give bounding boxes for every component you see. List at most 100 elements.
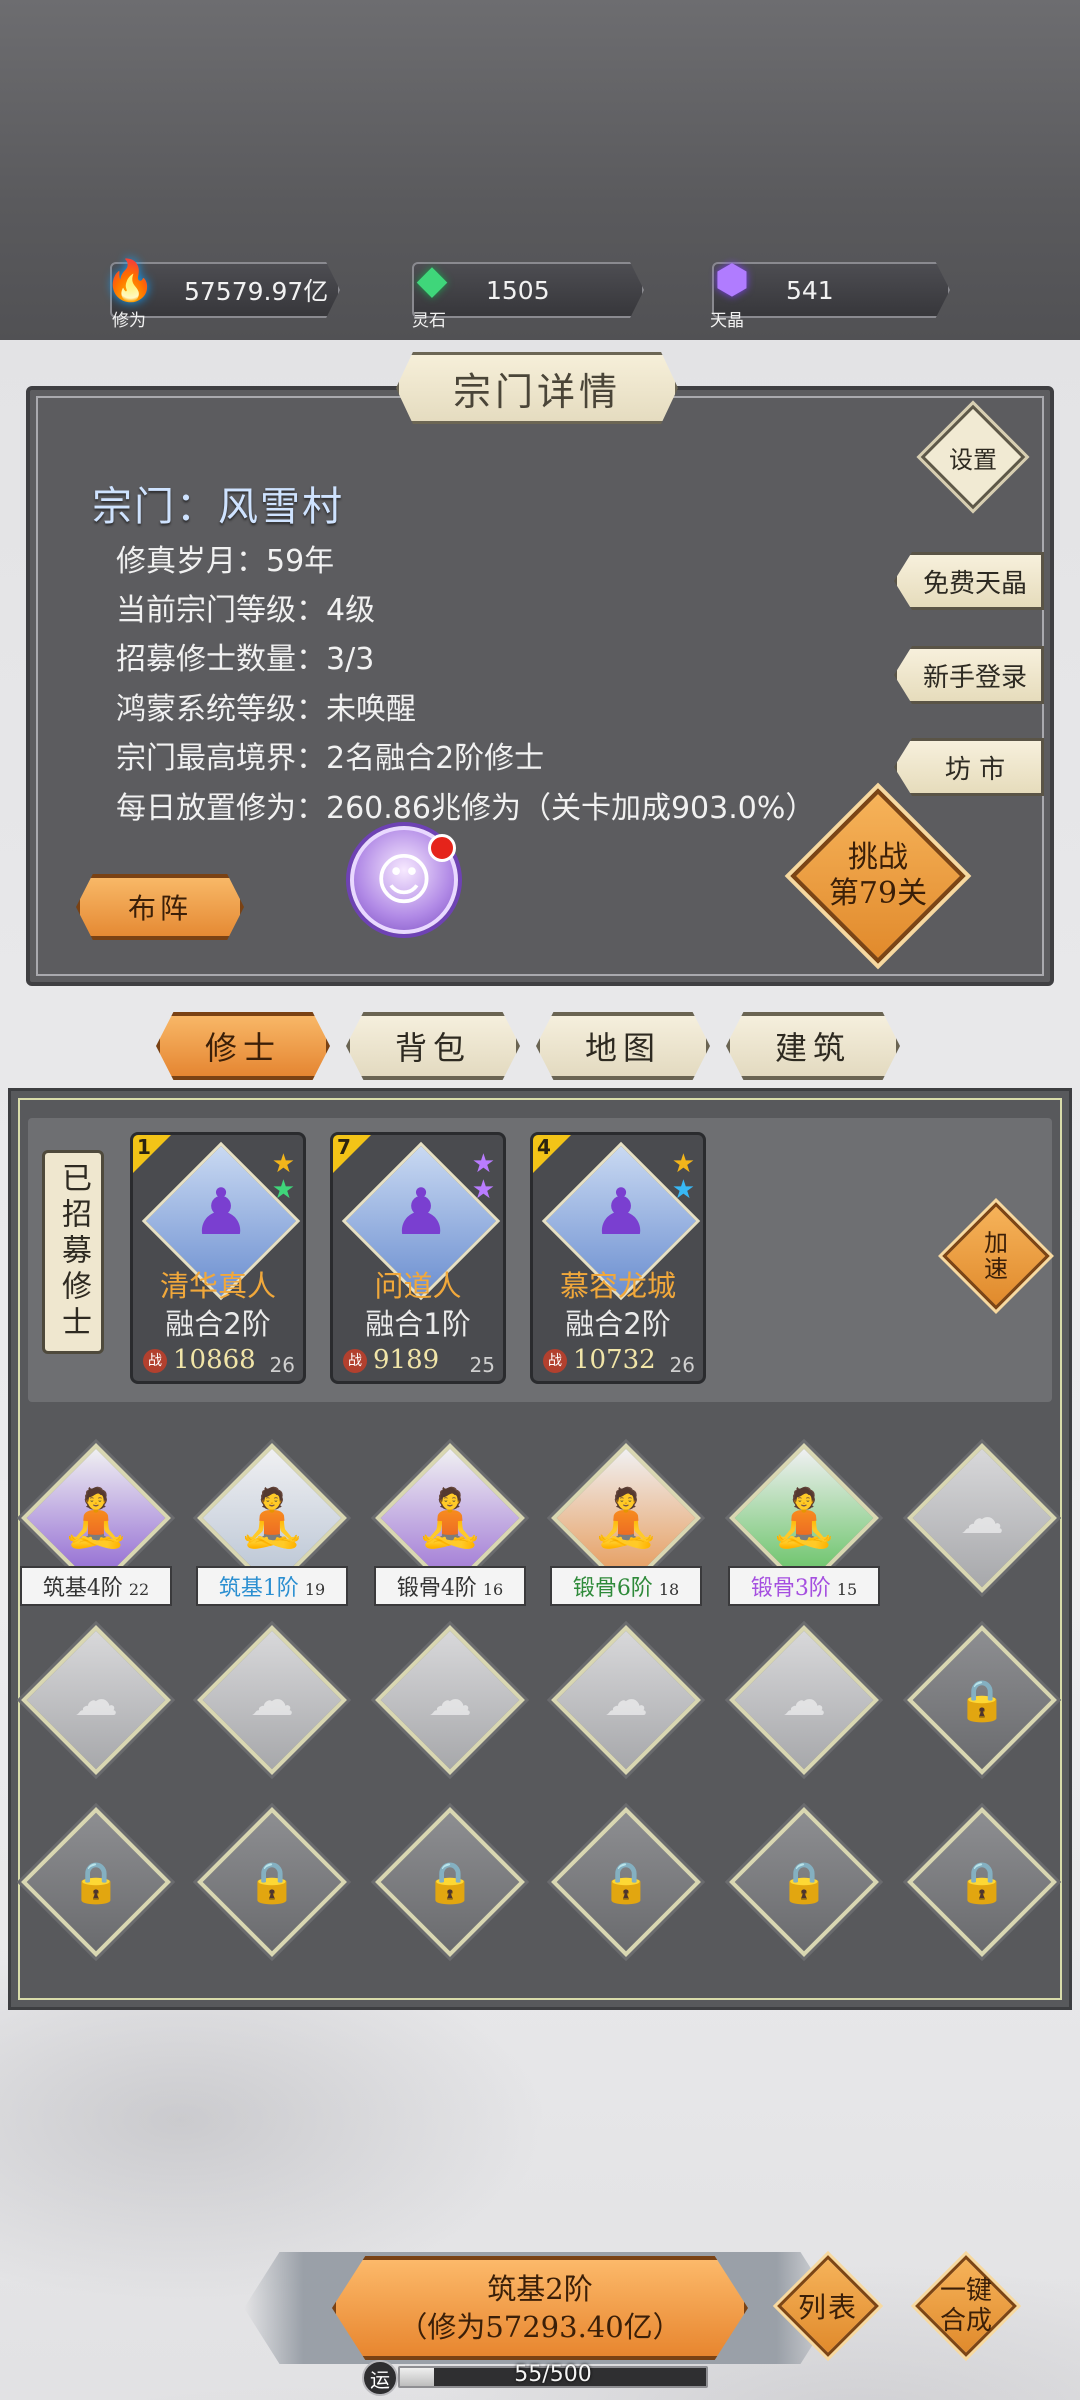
cultivation-value: 57579.97亿 <box>184 277 329 306</box>
unit-level: 16 <box>482 1579 504 1599</box>
tab-buildings[interactable]: 建筑 <box>726 1012 900 1080</box>
cultivator-realm-tag: 筑基1阶 19 <box>196 1566 348 1606</box>
tab-cultivators[interactable]: 修士 <box>156 1012 330 1080</box>
recruited-cultivator-card[interactable]: 7 ♟ ★ ★ 问道人融合1阶战 9189 25 <box>330 1132 506 1384</box>
cultivator-stage: 融合1阶 <box>365 1307 471 1341</box>
star-icon: ★ <box>271 1149 295 1179</box>
lock-icon: 🔒 <box>425 1859 475 1906</box>
cultivator-stage: 融合2阶 <box>165 1307 271 1341</box>
cloud-icon: ☁ <box>74 1674 118 1726</box>
challenge-stage-label: 第79关 <box>828 876 928 911</box>
cultivator-figure-icon: ♟ <box>592 1176 650 1250</box>
power-icon: 战 <box>143 1349 167 1373</box>
star-icon: ★ <box>671 1149 695 1179</box>
unit-level: 18 <box>658 1579 680 1599</box>
cultivator-figure-icon: ♟ <box>192 1176 250 1250</box>
list-label: 列表 <box>797 2291 858 2324</box>
settings-label: 设置 <box>949 445 997 474</box>
current-realm-label: 筑基2阶 <box>487 2272 593 2306</box>
current-cultivation-label: （修为57293.40亿） <box>398 2310 682 2344</box>
combat-power: 战 10732 <box>543 1345 656 1375</box>
info-hongmeng-level: 鸿蒙系统等级：未唤醒 <box>116 692 416 727</box>
info-recruit-count: 招募修士数量：3/3 <box>116 642 375 677</box>
sect-name: 宗门：风雪村 <box>92 484 344 530</box>
cloud-icon: ☁ <box>250 1674 294 1726</box>
cultivator-level: 25 <box>469 1353 495 1377</box>
cloud-icon: ☁ <box>960 1492 1004 1544</box>
power-icon: 战 <box>543 1349 567 1373</box>
market-button[interactable]: 坊 市 <box>894 738 1044 796</box>
slot-number: 1 <box>137 1135 151 1159</box>
unit-level: 15 <box>836 1579 858 1599</box>
cultivator-name: 慕容龙城 <box>559 1269 676 1303</box>
power-icon: 战 <box>343 1349 367 1373</box>
lock-icon: 🔒 <box>957 1677 1007 1724</box>
combat-power: 战 10868 <box>143 1345 256 1375</box>
lock-icon: 🔒 <box>71 1859 121 1906</box>
info-idle-cultivation: 每日放置修为：260.86兆修为（关卡加成903.0%） <box>116 791 816 826</box>
cultivator-name: 问道人 <box>374 1269 462 1303</box>
realm-label: 锻骨4阶 <box>396 1576 477 1601</box>
combat-power: 战 9189 <box>343 1345 439 1375</box>
star-rating: ★ ★ <box>672 1151 695 1203</box>
unit-level: 22 <box>128 1579 150 1599</box>
tab-backpack[interactable]: 背包 <box>346 1012 520 1080</box>
spirit-stone-label: 灵石 <box>412 311 446 331</box>
cultivator-figure-icon: ♟ <box>392 1176 450 1250</box>
formation-button[interactable]: 布阵 <box>76 874 244 940</box>
combat-power-value: 10868 <box>173 1345 256 1375</box>
cultivator-stage: 融合2阶 <box>565 1307 671 1341</box>
cultivator-name: 清华真人 <box>159 1269 276 1303</box>
notification-dot <box>428 834 456 862</box>
cultivator-figure-icon: 🧘 <box>591 1486 661 1551</box>
info-sect-level: 当前宗门等级：4级 <box>116 593 376 628</box>
combat-power-value: 9189 <box>373 1345 440 1375</box>
realm-label: 筑基4阶 <box>42 1576 123 1601</box>
info-highest-realm: 宗门最高境界：2名融合2阶修士 <box>116 741 545 776</box>
luck-progress-text: 55/500 <box>514 2362 592 2387</box>
star-rating: ★ ★ <box>472 1151 495 1203</box>
sky-crystal-label: 天晶 <box>710 311 744 331</box>
cultivator-figure-icon: 🧘 <box>769 1486 839 1551</box>
merge-label-2: 合成 <box>939 2306 992 2336</box>
merge-label-1: 一键 <box>939 2276 992 2306</box>
tab-map[interactable]: 地图 <box>536 1012 710 1080</box>
luck-icon: 运 <box>362 2360 398 2396</box>
cultivator-realm-tag: 锻骨6阶 18 <box>550 1566 702 1606</box>
cultivator-figure-icon: 🧘 <box>237 1486 307 1551</box>
cultivator-realm-tag: 锻骨3阶 15 <box>728 1566 880 1606</box>
gem-icon: ⬢ <box>714 257 750 303</box>
recruited-cultivator-card[interactable]: 1 ♟ ★ ★ 清华真人融合2阶战 10868 26 <box>130 1132 306 1384</box>
spirit-stone-value: 1505 <box>486 275 550 305</box>
unit-level: 19 <box>304 1579 326 1599</box>
realm-label: 锻骨6阶 <box>572 1576 653 1601</box>
crystal-icon: ◆ <box>416 257 448 303</box>
cultivation-label: 修为 <box>112 311 146 331</box>
sky-crystal-value: 541 <box>786 275 834 305</box>
cloud-icon: ☁ <box>428 1674 472 1726</box>
info-years: 修真岁月：59年 <box>116 544 335 579</box>
speed-up-label-1: 加 <box>984 1229 1008 1257</box>
recruited-cultivator-card[interactable]: 4 ♟ ★ ★ 慕容龙城融合2阶战 10732 26 <box>530 1132 706 1384</box>
star-icon: ★ <box>671 1175 695 1205</box>
lock-icon: 🔒 <box>247 1859 297 1906</box>
star-icon: ★ <box>471 1149 495 1179</box>
cloud-icon: ☁ <box>604 1674 648 1726</box>
speed-up-label-2: 速 <box>984 1255 1008 1283</box>
challenge-label: 挑战 <box>848 840 908 875</box>
cultivator-level: 26 <box>269 1353 295 1377</box>
realm-label: 锻骨3阶 <box>750 1576 831 1601</box>
slot-number: 7 <box>337 1135 351 1159</box>
star-icon: ★ <box>471 1175 495 1205</box>
cultivator-level: 26 <box>669 1353 695 1377</box>
lock-icon: 🔒 <box>957 1859 1007 1906</box>
panel-title: 宗门详情 <box>396 352 678 424</box>
realm-label: 筑基1阶 <box>218 1576 299 1601</box>
current-realm-button[interactable]: 筑基2阶 （修为57293.40亿） <box>332 2256 748 2360</box>
free-crystal-button[interactable]: 免费天晶 <box>894 552 1044 610</box>
cultivator-figure-icon: 🧘 <box>415 1486 485 1551</box>
slot-number: 4 <box>537 1135 551 1159</box>
cultivator-realm-tag: 筑基4阶 22 <box>20 1566 172 1606</box>
star-icon: ★ <box>271 1175 295 1205</box>
newbie-login-button[interactable]: 新手登录 <box>894 646 1044 704</box>
